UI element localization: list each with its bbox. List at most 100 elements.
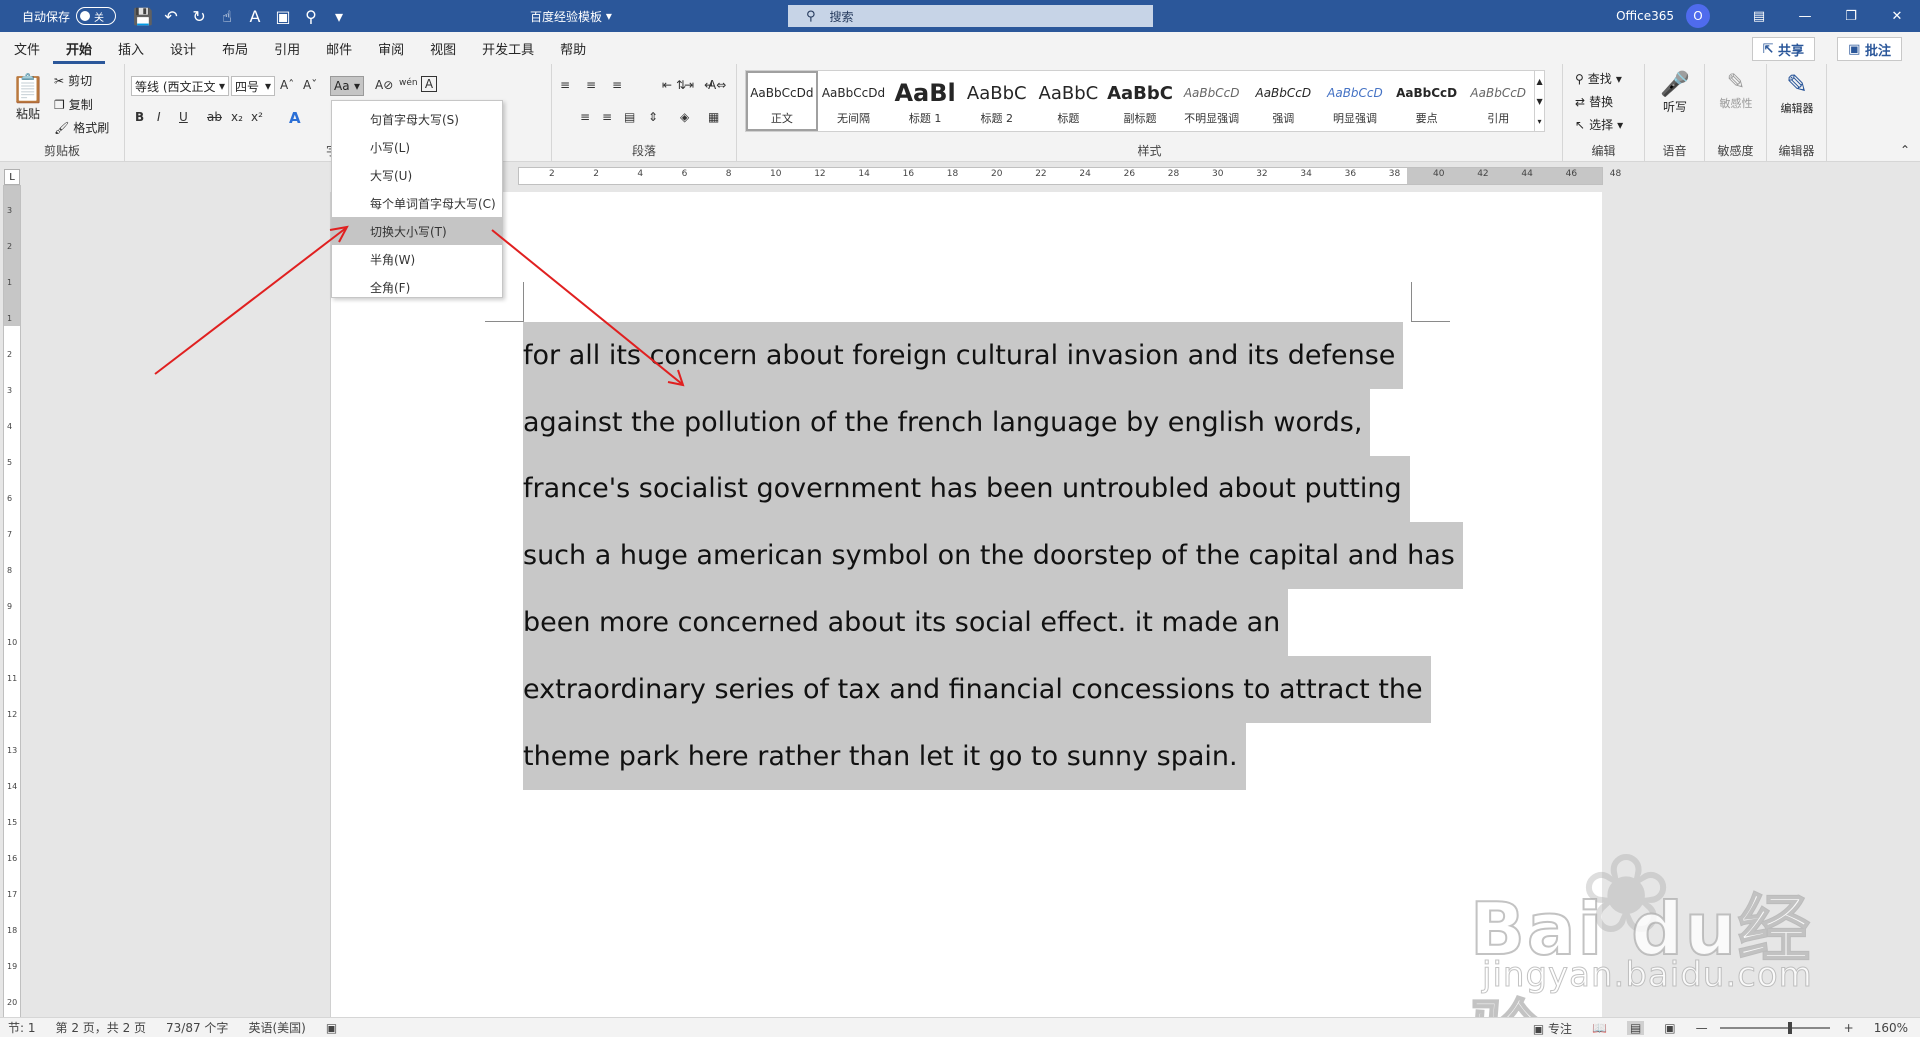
find-button[interactable]: ⚲ 查找 ▾ xyxy=(1575,70,1622,87)
tab-mailings[interactable]: 邮件 xyxy=(313,32,365,64)
find-icon[interactable]: ⚲ xyxy=(300,5,322,27)
word-count[interactable]: 73/87 个字 xyxy=(166,1019,228,1036)
replace-button[interactable]: ⇄ 替换 xyxy=(1575,93,1613,110)
text-effects-icon[interactable]: A xyxy=(289,109,301,127)
menu-capitalize-each-word[interactable]: 每个单词首字母大写(C) xyxy=(332,189,502,217)
decrease-indent-icon[interactable]: ⇤ xyxy=(662,78,672,92)
ribbon-display-icon[interactable]: ▤ xyxy=(1736,0,1782,32)
phonetic-guide-icon[interactable]: wén xyxy=(399,78,418,88)
print-layout-icon[interactable]: ▤ xyxy=(1626,1021,1645,1035)
bullets-icon[interactable]: ≡ xyxy=(560,78,570,92)
zoom-out-icon[interactable]: — xyxy=(1696,1021,1708,1035)
paste-button[interactable]: 📋 粘贴 xyxy=(10,72,46,122)
style-intense-emphasis[interactable]: AaBbCcD 明显强调 xyxy=(1319,71,1391,131)
search-input[interactable]: ⚲ 搜索 xyxy=(788,5,1153,27)
menu-full-width[interactable]: 全角(F) xyxy=(332,273,502,301)
shrink-font-icon[interactable]: Aˇ xyxy=(303,78,317,92)
show-marks-icon[interactable]: ↵ xyxy=(704,78,714,92)
tab-help[interactable]: 帮助 xyxy=(547,32,599,64)
web-layout-icon[interactable]: ▣ xyxy=(1664,1021,1675,1035)
borders-icon[interactable]: ▦ xyxy=(708,110,719,124)
tab-selector[interactable]: L xyxy=(4,169,20,185)
superscript-icon[interactable]: x² xyxy=(251,110,263,124)
restore-icon[interactable]: ❐ xyxy=(1828,0,1874,32)
justify-icon[interactable]: ≡ xyxy=(602,110,612,124)
customize-qat-icon[interactable]: ▾ xyxy=(328,5,350,27)
autosave-toggle[interactable]: 关 xyxy=(76,7,117,25)
gallery-up-icon[interactable]: ▲ xyxy=(1536,77,1542,86)
font-name-combo[interactable]: 等线 (西文正文 ▾ xyxy=(131,76,229,96)
style-subtitle[interactable]: AaBbC 副标题 xyxy=(1104,71,1176,131)
style-heading-1[interactable]: AaBl 标题 1 xyxy=(889,71,961,131)
strikethrough-icon[interactable]: ab xyxy=(207,110,222,124)
collapse-ribbon-icon[interactable]: ⌃ xyxy=(1900,143,1910,157)
style-quote[interactable]: AaBbCcD 引用 xyxy=(1462,71,1534,131)
italic-icon[interactable]: I xyxy=(157,110,161,124)
character-border-icon[interactable]: A xyxy=(421,76,437,92)
align-right-icon[interactable]: ≡ xyxy=(580,110,590,124)
sensitivity-button[interactable]: ✎ 敏感性 xyxy=(1713,70,1759,111)
zoom-in-icon[interactable]: + xyxy=(1844,1021,1854,1035)
tab-file[interactable]: 文件 xyxy=(1,32,53,64)
read-aloud-icon[interactable]: A xyxy=(244,5,266,27)
dictate-button[interactable]: 🎤 听写 xyxy=(1657,70,1693,115)
tab-references[interactable]: 引用 xyxy=(261,32,313,64)
menu-half-width[interactable]: 半角(W) xyxy=(332,245,502,273)
gallery-down-icon[interactable]: ▼ xyxy=(1536,97,1542,106)
menu-uppercase[interactable]: 大写(U) xyxy=(332,161,502,189)
clear-formatting-icon[interactable]: A⊘ xyxy=(375,78,393,92)
style-normal[interactable]: AaBbCcDd 正文 xyxy=(746,71,818,131)
menu-lowercase[interactable]: 小写(L) xyxy=(332,133,502,161)
numbering-icon[interactable]: ≡ xyxy=(586,78,596,92)
style-emphasis[interactable]: AaBbCcD 强调 xyxy=(1248,71,1320,131)
tab-home[interactable]: 开始 xyxy=(53,36,106,64)
account-name[interactable]: Office365 xyxy=(1616,9,1674,23)
tab-view[interactable]: 视图 xyxy=(417,32,469,64)
comments-button[interactable]: ▣ 批注 xyxy=(1837,37,1902,61)
change-case-button[interactable]: Aa ▾ xyxy=(330,76,364,96)
cut-button[interactable]: ✂ 剪切 xyxy=(54,72,92,89)
bold-icon[interactable]: B xyxy=(135,110,144,124)
subscript-icon[interactable]: x₂ xyxy=(231,110,243,124)
document-body[interactable]: for all its concern about foreign cultur… xyxy=(523,322,1463,790)
horizontal-ruler[interactable]: 2 2 4 6 8 10 12 14 16 18 20 22 24 26 28 30 32 34 36 38 40 42 4… xyxy=(518,167,1621,185)
gallery-more-icon[interactable]: ▾ xyxy=(1538,117,1542,126)
page-indicator[interactable]: 第 2 页，共 2 页 xyxy=(56,1019,147,1036)
redo-icon[interactable]: ↻ xyxy=(188,5,210,27)
section-indicator[interactable]: 节: 1 xyxy=(8,1019,36,1036)
vertical-ruler[interactable]: 3 2 1 1 2 3 4 5 6 7 8 9 10 11 12 13 14 15 16 17 18 19 20 xyxy=(3,185,21,1020)
zoom-slider[interactable] xyxy=(1719,1022,1830,1034)
format-painter-button[interactable]: 🖌 格式刷 xyxy=(54,119,109,136)
copy-button[interactable]: ❐ 复制 xyxy=(54,96,93,113)
undo-icon[interactable]: ↶ xyxy=(160,5,182,27)
multilevel-list-icon[interactable]: ≡ xyxy=(612,78,622,92)
line-spacing-icon[interactable]: ⇕ xyxy=(648,110,658,124)
tab-layout[interactable]: 布局 xyxy=(209,32,261,64)
tab-insert[interactable]: 插入 xyxy=(105,32,157,64)
style-strong[interactable]: AaBbCcD 要点 xyxy=(1391,71,1463,131)
menu-sentence-case[interactable]: 句首字母大写(S) xyxy=(332,105,502,133)
style-subtle-emphasis[interactable]: AaBbCcD 不明显强调 xyxy=(1176,71,1248,131)
minimize-icon[interactable]: — xyxy=(1782,0,1828,32)
save-icon[interactable]: 💾 xyxy=(132,5,154,27)
zoom-level[interactable]: 160% xyxy=(1874,1021,1908,1035)
document-title[interactable]: 百度经验模板 ▾ xyxy=(530,0,612,32)
grow-font-icon[interactable]: Aˆ xyxy=(280,78,294,92)
tab-design[interactable]: 设计 xyxy=(157,32,209,64)
focus-button[interactable]: ▣ 专注 xyxy=(1533,1020,1572,1037)
language-indicator[interactable]: 英语(美国) xyxy=(248,1019,305,1036)
sort-icon[interactable]: ⇅ xyxy=(676,78,686,92)
read-mode-icon[interactable]: 📖 xyxy=(1592,1021,1607,1035)
underline-icon[interactable]: U xyxy=(179,110,188,124)
shading-icon[interactable]: ◈ xyxy=(680,110,689,124)
tab-developer[interactable]: 开发工具 xyxy=(469,32,547,64)
distributed-icon[interactable]: ▤ xyxy=(624,110,635,124)
gallery-scroll[interactable]: ▲ ▼ ▾ xyxy=(1534,71,1544,131)
zoom-thumb[interactable] xyxy=(1787,1022,1792,1034)
font-size-combo[interactable]: 四号 ▾ xyxy=(231,76,275,96)
menu-toggle-case[interactable]: 切换大小写(T) xyxy=(332,217,502,245)
close-icon[interactable]: ✕ xyxy=(1874,0,1920,32)
style-title[interactable]: AaBbC 标题 xyxy=(1033,71,1105,131)
editor-button[interactable]: ✎ 编辑器 xyxy=(1775,70,1819,116)
share-button[interactable]: ⇱ 共享 xyxy=(1751,37,1815,61)
